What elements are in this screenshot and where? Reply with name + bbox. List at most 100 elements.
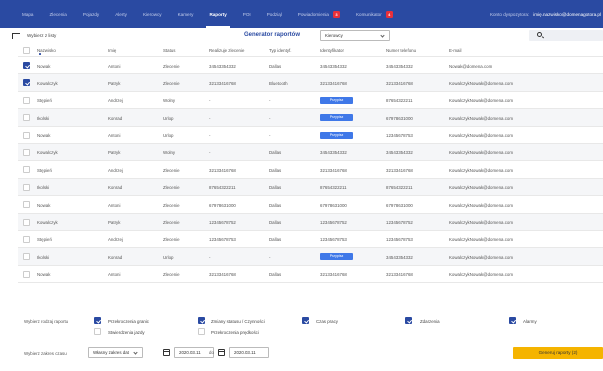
- back-to-list-label: Wybierz z listy: [27, 33, 57, 38]
- nav-tab-label: Kamery: [177, 11, 194, 17]
- assign-identifier-button[interactable]: Przypisz: [320, 253, 353, 261]
- row-checkbox[interactable]: [23, 183, 30, 191]
- table-row[interactable]: Kowalczyk Patryk Zlecenie 12345678752 Dallas…: [18, 213, 603, 231]
- sort-indicator-icon: [39, 53, 41, 55]
- row-checkbox[interactable]: [23, 253, 30, 261]
- option-checkbox-status-changes[interactable]: [198, 317, 205, 324]
- nav-tab-podzial[interactable]: Podziąl: [267, 0, 282, 28]
- row-checkbox[interactable]: [23, 148, 30, 156]
- date-from-input[interactable]: 2020.03.11: [174, 347, 214, 358]
- assign-identifier-button[interactable]: Przypisz: [320, 114, 353, 122]
- column-header-phone[interactable]: Numer telefonu: [386, 48, 416, 53]
- cell-order: 32133416768: [209, 272, 236, 278]
- date-to-input[interactable]: 2020.03.11: [229, 347, 269, 358]
- cell-status: Wolny: [163, 150, 176, 156]
- cell-email: KowalczykNowak@domena.com: [449, 237, 513, 243]
- row-checkbox[interactable]: [23, 201, 30, 209]
- cell-name: Patryk: [108, 80, 121, 86]
- row-checkbox[interactable]: [23, 270, 30, 278]
- column-header-email[interactable]: E-mail: [449, 48, 461, 53]
- option-label-work-time: Czas pracy: [316, 319, 338, 324]
- search-input[interactable]: [529, 30, 603, 41]
- nav-tab-raporty[interactable]: Raporty: [206, 0, 231, 28]
- calendar-icon[interactable]: [163, 349, 170, 356]
- calendar-icon[interactable]: [218, 349, 225, 356]
- row-checkbox[interactable]: [23, 62, 30, 69]
- row-checkbox[interactable]: [23, 235, 30, 243]
- cell-phone: 34543354332: [386, 254, 413, 260]
- cell-surname: Nowak: [37, 63, 51, 69]
- option-checkbox-speeding[interactable]: [198, 328, 205, 335]
- column-header-identifier[interactable]: Identyfikator: [320, 48, 344, 53]
- nav-tab-mapa[interactable]: Mapa: [22, 0, 34, 28]
- nav-tab-powiadomienia[interactable]: Powiadomienia 3: [298, 0, 340, 28]
- cell-id-type: -: [269, 98, 271, 104]
- table-row[interactable]: Ikolski Konrad Urlop - - Przypisz 67978631000 K…: [18, 109, 603, 127]
- nav-tab-alerty[interactable]: Alerty: [115, 0, 127, 28]
- nav-tab-poi[interactable]: POI: [243, 0, 251, 28]
- table-row[interactable]: Nowak Antoni Zlecenie 32133416768 Dallas 3213…: [18, 266, 603, 284]
- cell-status: Urlop: [163, 115, 174, 121]
- dispatcher-email: imię.nazwisko@domenagotora.pl: [533, 11, 601, 17]
- nav-tab-zlecenia[interactable]: Zlecenia: [50, 0, 67, 28]
- cell-status: Zlecenie: [163, 202, 180, 208]
- cell-status: Zlecenie: [163, 272, 180, 278]
- assign-identifier-button[interactable]: Przypisz: [320, 131, 353, 139]
- cell-status: Zlecenie: [163, 80, 180, 86]
- column-header-status[interactable]: Status: [163, 48, 175, 53]
- nav-tab-kierowcy[interactable]: Kierowcy: [143, 0, 162, 28]
- row-checkbox[interactable]: [23, 166, 30, 174]
- nav-tab-pojazdy[interactable]: Pojazdy: [83, 0, 99, 28]
- cell-surname: Stępień: [37, 237, 52, 243]
- table-row[interactable]: Stępień Andrzej Zlecenie 12345678753 Dallas 1…: [18, 231, 603, 249]
- dispatcher-account[interactable]: Konto dyspozytora: imię.nazwisko@domenag…: [490, 0, 601, 28]
- row-checkbox[interactable]: [23, 114, 30, 122]
- table-row[interactable]: Kowalczyk Patryk Zlecenie 32133416768 Blueto…: [18, 74, 603, 92]
- assign-identifier-button[interactable]: Przypisz: [320, 96, 353, 104]
- select-all-checkbox[interactable]: [23, 47, 30, 54]
- option-checkbox-work-time[interactable]: [302, 317, 309, 324]
- nav-tab-kamery[interactable]: Kamery: [178, 0, 194, 28]
- column-header-order[interactable]: Realizuje zlecenie: [209, 48, 244, 53]
- table-row[interactable]: Nowak Antoni Urlop - - Przypisz 12345678753 Kow…: [18, 127, 603, 144]
- column-header-id-type[interactable]: Typ identyf.: [269, 48, 291, 53]
- row-checkbox[interactable]: [23, 96, 30, 104]
- column-header-surname[interactable]: Nazwisko: [37, 48, 56, 53]
- row-checkbox[interactable]: [23, 131, 30, 139]
- cell-identifier: 32133416768: [320, 272, 347, 278]
- cell-order: -: [209, 133, 211, 139]
- option-checkbox-alarms[interactable]: [509, 317, 516, 324]
- table-row[interactable]: Nowak Antoni Zlecenie 67978631000 Dallas 6797…: [18, 196, 603, 214]
- cell-phone: 12345678753: [386, 133, 413, 139]
- cell-phone: 12345678753: [386, 237, 413, 243]
- table-row[interactable]: Kowalczyk Patryk Wolny - Dallas 34543354332 34…: [18, 143, 603, 162]
- table-row[interactable]: Ikolski Konrad Urlop - - Przypisz 34543354332 K…: [18, 248, 603, 266]
- table-row[interactable]: Ikolski Konrad Zlecenie 87654322211 Dallas 87…: [18, 178, 603, 197]
- cell-identifier: 32133416768: [320, 167, 347, 173]
- generate-reports-button[interactable]: Generuj raporty (2): [513, 347, 603, 359]
- row-checkbox[interactable]: [23, 79, 30, 87]
- cell-email: KowalczykNowak@domena.com: [449, 98, 513, 104]
- report-options-panel: Wybierz rodzaj raportu Przekroczenia gra…: [0, 309, 603, 371]
- cell-surname: Ikolski: [37, 254, 50, 260]
- back-to-list-button[interactable]: Wybierz z listy: [12, 32, 56, 39]
- option-checkbox-events[interactable]: [405, 317, 412, 324]
- date-from-field[interactable]: 2020.03.11: [163, 347, 214, 358]
- time-range-select[interactable]: Własny zakres dat: [88, 347, 143, 358]
- row-checkbox[interactable]: [23, 218, 30, 226]
- cell-email: KowalczykNowak@domena.com: [449, 133, 513, 139]
- nav-tab-komunikator[interactable]: Komunikator 4: [356, 0, 393, 28]
- date-to-field[interactable]: 2020.03.11: [218, 347, 269, 358]
- option-checkbox-driving-detection[interactable]: [94, 328, 101, 335]
- cell-order: 67978631000: [209, 202, 236, 208]
- option-checkbox-boundary-crossings[interactable]: [94, 317, 101, 324]
- table-row[interactable]: Stępień Andrzej Wolny - - Przypisz 87654322211…: [18, 92, 603, 110]
- cell-phone: 12345678752: [386, 220, 413, 226]
- message-badge: 4: [385, 10, 393, 18]
- report-subject-select[interactable]: Kierowcy: [320, 30, 390, 41]
- table-row[interactable]: Nowak Antoni Zlecenie 34543354332 Dallas 3454…: [18, 57, 603, 75]
- cell-id-type: -: [269, 115, 271, 121]
- column-header-name[interactable]: Imię: [108, 48, 116, 53]
- table-row[interactable]: Stępień Andrzej Zlecenie 32133416768 Dallas 3…: [18, 161, 603, 179]
- cell-phone: 87654322211: [386, 98, 413, 104]
